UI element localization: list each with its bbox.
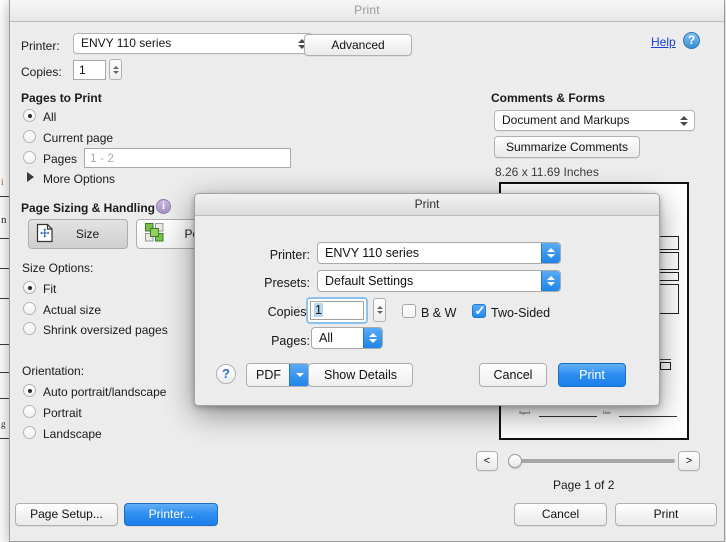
radio-size-shrink-label: Shrink oversized pages <box>43 323 168 337</box>
comments-forms-select[interactable]: Document and Markups <box>494 110 695 131</box>
page-counter: Page 1 of 2 <box>553 478 615 492</box>
radio-orientation-landscape[interactable] <box>23 426 36 439</box>
sheet-presets-label: Presets: <box>264 276 310 290</box>
pdf-button[interactable]: PDF <box>246 363 310 387</box>
summarize-comments-button[interactable]: Summarize Comments <box>494 136 640 158</box>
sheet-pages-select[interactable]: All <box>311 327 383 349</box>
chevron-updown-icon <box>679 111 689 130</box>
sheet-copies-value: 1 <box>314 303 323 317</box>
previous-page-button[interactable]: < <box>476 451 498 471</box>
more-options-label[interactable]: More Options <box>43 172 115 186</box>
tab-size[interactable]: Size <box>28 219 128 249</box>
printer-select-value: ENVY 110 series <box>81 36 172 50</box>
sheet-print-button[interactable]: Print <box>558 363 626 387</box>
sheet-printer-label: Printer: <box>269 248 310 262</box>
checkbox-bw[interactable] <box>402 304 416 318</box>
radio-size-fit[interactable] <box>23 281 36 294</box>
pages-to-print-heading: Pages to Print <box>21 91 102 105</box>
sheet-presets-select[interactable]: Default Settings <box>317 270 561 292</box>
help-link[interactable]: Help <box>651 35 676 49</box>
sheet-copies-label: Copies: <box>267 305 310 319</box>
sheet-help-button[interactable]: ? <box>216 364 236 384</box>
more-options-disclosure-icon[interactable] <box>27 172 34 182</box>
radio-orientation-auto-label: Auto portrait/landscape <box>43 385 167 399</box>
page-setup-button[interactable]: Page Setup... <box>15 503 118 526</box>
chevron-updown-icon <box>541 271 560 291</box>
window-titlebar: Print <box>10 0 724 22</box>
sheet-copies-input[interactable]: 1 <box>306 297 368 324</box>
backdrop-text-fragment: i <box>1 177 4 187</box>
page-slider-knob[interactable] <box>508 454 522 468</box>
help-question-circle-icon[interactable]: ? <box>683 32 700 49</box>
print-button[interactable]: Print <box>615 503 717 526</box>
printer-button[interactable]: Printer... <box>124 503 218 526</box>
chevron-updown-icon <box>363 328 382 348</box>
radio-orientation-landscape-label: Landscape <box>43 427 102 441</box>
sheet-pages-value: All <box>319 331 333 345</box>
radio-size-shrink[interactable] <box>23 322 36 335</box>
radio-orientation-portrait[interactable] <box>23 405 36 418</box>
copies-input[interactable]: 1 <box>73 60 106 80</box>
window-title: Print <box>354 3 380 17</box>
sheet-cancel-button[interactable]: Cancel <box>479 363 547 387</box>
sheet-copies-stepper[interactable] <box>373 298 386 322</box>
sheet-pages-label: Pages: <box>271 334 310 348</box>
page-sizing-heading: Page Sizing & Handling <box>21 201 156 215</box>
cancel-button[interactable]: Cancel <box>514 503 607 526</box>
checkbox-bw-label: B & W <box>421 306 457 320</box>
show-details-button[interactable]: Show Details <box>308 363 413 387</box>
tab-size-label: Size <box>75 227 100 241</box>
copies-stepper[interactable] <box>109 59 122 80</box>
sheet-printer-select[interactable]: ENVY 110 series <box>317 242 561 264</box>
pages-range-placeholder: 1 - 2 <box>90 151 115 165</box>
printer-select[interactable]: ENVY 110 series <box>73 33 313 54</box>
backdrop-text-fragment: n <box>1 214 7 226</box>
info-icon[interactable]: i <box>156 199 171 214</box>
radio-orientation-auto[interactable] <box>23 384 36 397</box>
radio-pages-current[interactable] <box>23 130 36 143</box>
checkbox-two-sided-label: Two-Sided <box>491 306 551 320</box>
pages-range-input[interactable]: 1 - 2 <box>84 148 291 168</box>
radio-pages-current-label: Current page <box>43 131 114 145</box>
advanced-button[interactable]: Advanced <box>304 34 412 56</box>
resize-page-icon <box>36 223 54 246</box>
comments-forms-value: Document and Markups <box>502 113 630 127</box>
radio-pages-all-label: All <box>43 110 57 124</box>
sheet-titlebar: Print <box>195 194 659 216</box>
size-options-heading: Size Options: <box>22 261 94 275</box>
preview-date-label: Date <box>603 410 611 415</box>
backdrop-text-fragment: g <box>1 419 6 429</box>
comments-forms-heading: Comments & Forms <box>491 91 606 105</box>
sheet-title: Print <box>414 197 440 211</box>
radio-size-actual-label: Actual size <box>43 303 102 317</box>
radio-pages-range[interactable] <box>23 151 36 164</box>
orientation-heading: Orientation: <box>22 364 85 378</box>
chevron-updown-icon <box>541 243 560 263</box>
radio-size-actual[interactable] <box>23 302 36 315</box>
sheet-presets-value: Default Settings <box>325 274 414 288</box>
paper-size-text: 8.26 x 11.69 Inches <box>495 165 599 179</box>
sheet-printer-value: ENVY 110 series <box>325 246 420 260</box>
poster-tiles-icon <box>145 223 164 245</box>
chevron-down-icon[interactable] <box>289 364 309 386</box>
radio-size-fit-label: Fit <box>43 282 57 296</box>
radio-orientation-portrait-label: Portrait <box>43 406 82 420</box>
sheet-copies-input-inner[interactable]: 1 <box>310 301 364 320</box>
preview-signed-label: Signed <box>519 410 531 415</box>
checkbox-two-sided[interactable] <box>472 303 486 319</box>
pdf-button-label: PDF <box>256 368 281 382</box>
print-sheet-dialog: Print Printer: ENVY 110 series Presets: … <box>194 193 660 406</box>
printer-label: Printer: <box>21 39 60 53</box>
page-slider-track[interactable] <box>510 459 675 463</box>
radio-pages-range-label: Pages <box>43 152 78 166</box>
radio-pages-all[interactable] <box>23 109 36 122</box>
copies-label: Copies: <box>21 65 62 79</box>
next-page-button[interactable]: > <box>678 451 700 471</box>
